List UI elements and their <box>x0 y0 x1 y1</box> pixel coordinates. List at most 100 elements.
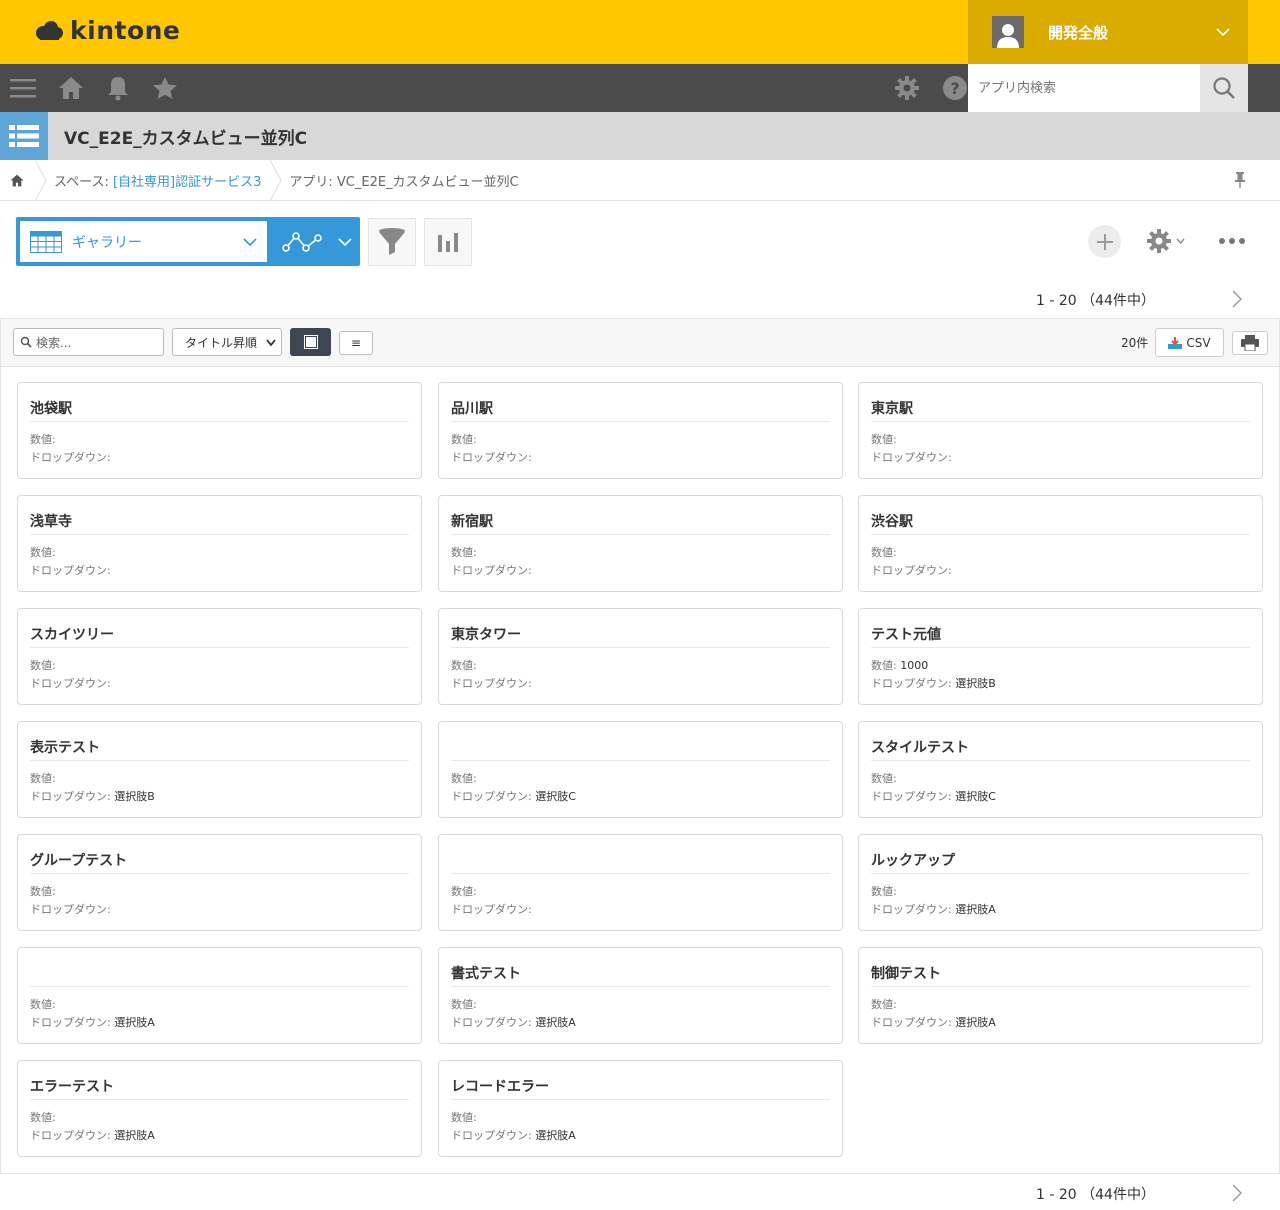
card-field-label: 数値: <box>451 433 477 446</box>
app-settings-button[interactable] <box>1146 228 1185 254</box>
card-field-value: 選択肢B <box>955 677 996 690</box>
card-divider <box>451 873 830 874</box>
card-field-label: 数値: <box>451 772 477 785</box>
card-field-value: 1000 <box>900 659 929 672</box>
chevron-right-icon[interactable] <box>1232 1184 1242 1202</box>
gear-icon[interactable] <box>894 75 920 101</box>
app-search-input[interactable] <box>968 64 1200 112</box>
card-field-label: 数値: <box>451 659 477 672</box>
add-record-button[interactable] <box>1088 225 1121 258</box>
card-field-label: ドロップダウン: <box>451 1129 532 1142</box>
gallery-card[interactable]: テスト元値 数値: 1000 ドロップダウン: 選択肢B <box>858 608 1263 705</box>
card-title: 書式テスト <box>451 966 521 982</box>
print-button[interactable] <box>1232 331 1268 355</box>
card-title: 池袋駅 <box>30 401 72 417</box>
card-field-number: 数値: <box>871 883 897 899</box>
card-field-dropdown: ドロップダウン: 選択肢B <box>871 675 996 691</box>
app-search-button[interactable] <box>1200 64 1248 112</box>
card-divider <box>30 760 409 761</box>
card-divider <box>451 760 830 761</box>
gallery-card[interactable]: 東京タワー数値: ドロップダウン: <box>438 608 843 705</box>
card-field-number: 数値: <box>451 1109 477 1125</box>
card-field-dropdown: ドロップダウン: <box>871 449 952 465</box>
gallery-card[interactable]: 数値: ドロップダウン: <box>438 834 843 931</box>
card-field-dropdown: ドロップダウン: <box>871 562 952 578</box>
grid-icon <box>304 336 317 348</box>
app-title-bar: VC_E2E_カスタムビュー並列C <box>0 112 1280 160</box>
card-field-dropdown: ドロップダウン: <box>451 562 532 578</box>
card-field-dropdown: ドロップダウン: <box>451 675 532 691</box>
card-field-dropdown: ドロップダウン: 選択肢B <box>30 788 155 804</box>
view-dropdown[interactable]: ギャラリー <box>20 221 267 262</box>
graph-button[interactable] <box>424 218 472 266</box>
filter-button[interactable] <box>368 218 416 266</box>
breadcrumb-space-link[interactable]: [自社専用]認証サービス3 <box>113 175 261 190</box>
card-field-number: 数値: <box>30 657 56 673</box>
more-options-button[interactable] <box>1214 226 1250 256</box>
card-title: レコードエラー <box>451 1079 549 1095</box>
kintone-logo[interactable]: kintone <box>34 16 180 45</box>
app-search <box>968 64 1248 112</box>
gallery-search-input[interactable]: 検索... <box>13 328 164 356</box>
card-field-label: 数値: <box>871 998 897 1011</box>
sort-label: タイトル昇順 <box>185 335 258 350</box>
gallery-card[interactable]: スカイツリー 数値: ドロップダウン: <box>17 608 422 705</box>
graph-selector[interactable] <box>274 217 360 266</box>
card-field-number: 数値: <box>30 770 56 786</box>
gallery-card[interactable]: 制御テスト 数値: ドロップダウン: 選択肢A <box>858 947 1263 1044</box>
user-icon <box>992 16 1024 48</box>
gallery-card[interactable]: 新宿駅 数値: ドロップダウン: <box>438 495 843 592</box>
sort-select[interactable]: タイトル昇順 <box>172 328 282 356</box>
gallery-card[interactable]: 渋谷駅 数値: ドロップダウン: <box>858 495 1263 592</box>
help-icon[interactable]: ? <box>942 75 968 101</box>
card-field-dropdown: ドロップダウン: <box>30 901 111 917</box>
card-field-value: 選択肢A <box>955 1016 996 1029</box>
more-icon <box>1219 238 1245 244</box>
app-list-icon <box>0 112 48 160</box>
top-header: kintone 開発全般 <box>0 0 1280 64</box>
card-field-dropdown: ドロップダウン: 選択肢A <box>30 1014 155 1030</box>
user-menu[interactable]: 開発全般 <box>968 0 1248 64</box>
gallery-card[interactable]: エラーテスト 数値: ドロップダウン: 選択肢A <box>17 1060 422 1157</box>
card-field-number: 数値: <box>30 1109 56 1125</box>
grid-view-toggle[interactable] <box>290 328 331 356</box>
gallery-card[interactable]: 表示テスト 数値: ドロップダウン: 選択肢B <box>17 721 422 818</box>
gallery-card[interactable]: 東京駅 数値: ドロップダウン: <box>858 382 1263 479</box>
card-field-label: 数値: <box>871 659 897 672</box>
card-title: 東京タワー <box>451 627 521 643</box>
breadcrumb-home[interactable] <box>0 174 34 187</box>
csv-export-button[interactable]: CSV <box>1155 328 1224 357</box>
card-field-label: ドロップダウン: <box>451 1016 532 1029</box>
card-field-dropdown: ドロップダウン: 選択肢A <box>871 1014 996 1030</box>
csv-label: CSV <box>1186 335 1211 350</box>
card-field-value: 選択肢A <box>114 1016 155 1029</box>
gallery-card[interactable]: ルックアップ 数値: ドロップダウン: 選択肢A <box>858 834 1263 931</box>
bell-icon[interactable] <box>106 75 130 101</box>
menu-icon[interactable] <box>10 78 36 98</box>
chevron-right-icon[interactable] <box>1232 290 1242 308</box>
gallery-card[interactable]: 書式テスト 数値: ドロップダウン: 選択肢A <box>438 947 843 1044</box>
gallery-card[interactable]: レコードエラー 数値: ドロップダウン: 選択肢A <box>438 1060 843 1157</box>
chevron-down-icon <box>266 338 276 346</box>
gallery-card[interactable]: グループテスト 数値: ドロップダウン: <box>17 834 422 931</box>
gallery-card[interactable]: 池袋駅数値: ドロップダウン: <box>17 382 422 479</box>
card-title: 東京駅 <box>871 401 913 417</box>
pin-icon[interactable] <box>1234 171 1246 189</box>
card-divider <box>871 647 1250 648</box>
card-field-dropdown: ドロップダウン: 選択肢C <box>451 788 576 804</box>
card-field-label: 数値: <box>30 659 56 672</box>
breadcrumb-space: スペース: [自社専用]認証サービス3 <box>48 171 269 190</box>
gallery-card[interactable]: 数値: ドロップダウン: 選択肢A <box>17 947 422 1044</box>
card-field-label: 数値: <box>451 998 477 1011</box>
view-selector: ギャラリー <box>16 217 360 266</box>
gallery-card[interactable]: スタイルテスト 数値: ドロップダウン: 選択肢C <box>858 721 1263 818</box>
star-icon[interactable] <box>152 76 178 100</box>
card-field-label: ドロップダウン: <box>30 903 111 916</box>
card-field-dropdown: ドロップダウン: <box>30 449 111 465</box>
gallery-card[interactable]: 浅草寺 数値: ドロップダウン: <box>17 495 422 592</box>
gallery-card[interactable]: 数値: ドロップダウン: 選択肢C <box>438 721 843 818</box>
list-view-toggle[interactable]: ≡ <box>339 331 373 355</box>
home-icon[interactable] <box>58 76 84 100</box>
gallery-card[interactable]: 品川駅 数値: ドロップダウン: <box>438 382 843 479</box>
card-field-label: 数値: <box>30 433 56 446</box>
